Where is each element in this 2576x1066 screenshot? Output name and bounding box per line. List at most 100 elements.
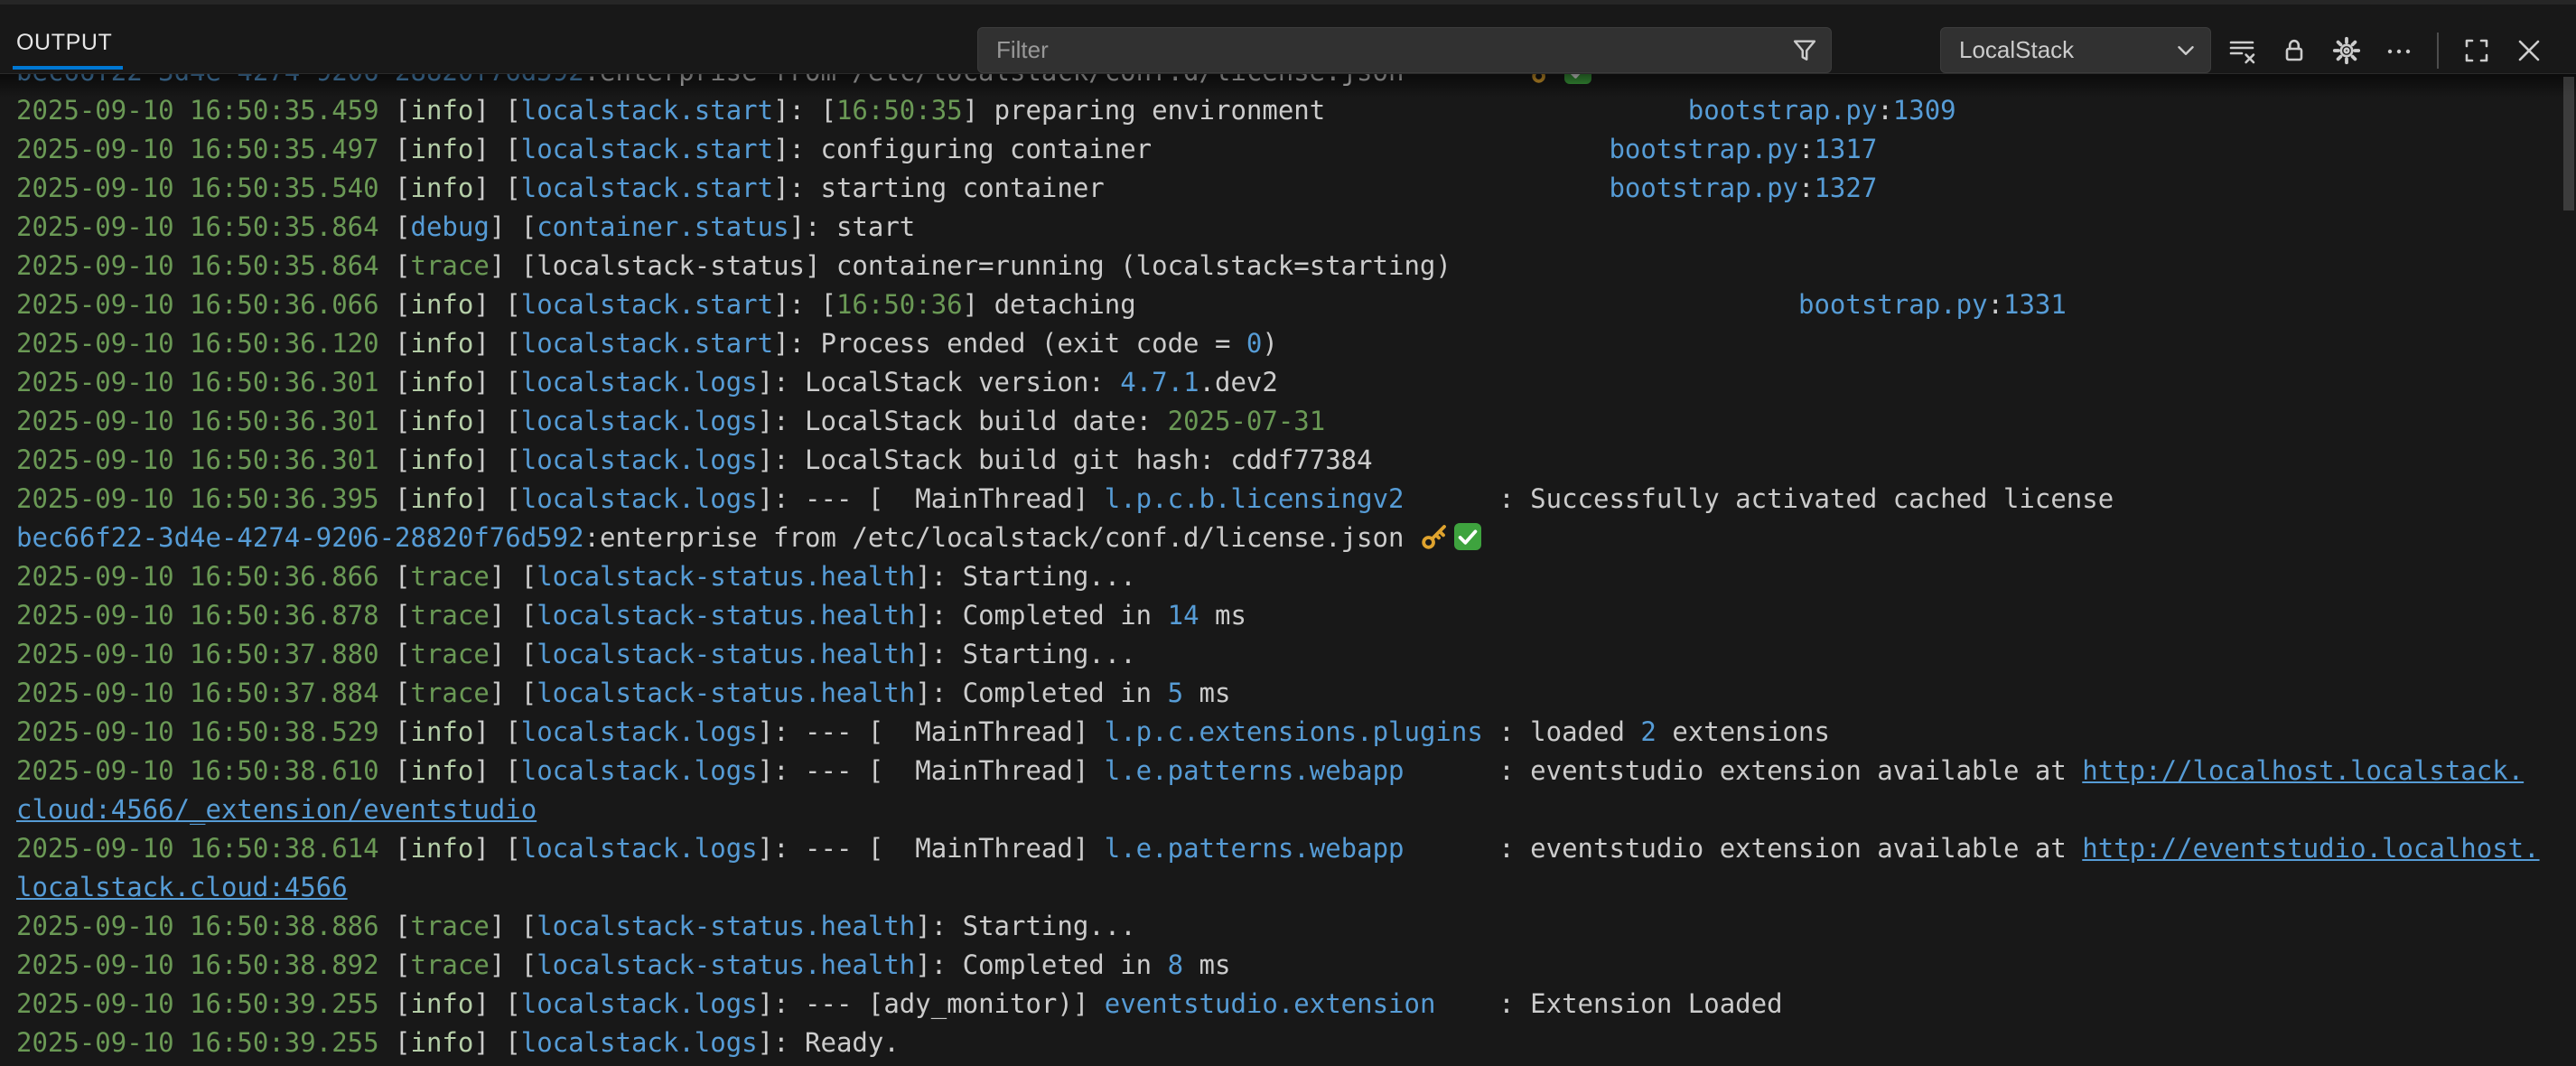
log-text: : eventstudio extension available at: [1405, 833, 2083, 864]
log-text: [: [395, 328, 410, 359]
gear-icon: [2332, 36, 2361, 65]
log-text: ]:: [773, 289, 820, 320]
log-text: ]:: [789, 211, 836, 242]
log-text: 2025-07-31: [1168, 406, 1326, 436]
log-line: bec66f22-3d4e-4274-9206-28820f76d592:ent…: [16, 74, 2576, 91]
ellipsis-icon: [2385, 36, 2413, 65]
log-text: 2025-09-10 16:50:35.459: [16, 95, 395, 126]
log-link[interactable]: localstack.cloud:4566: [16, 872, 348, 902]
log-text: 2025-09-10 16:50:36.301: [16, 367, 395, 397]
log-line: 2025-09-10 16:50:37.880 [trace] [localst…: [16, 635, 2576, 674]
log-text: ]:: [915, 639, 962, 669]
log-text: ] [: [473, 755, 520, 786]
log-text: [: [395, 444, 410, 475]
log-text: localstack.logs: [521, 1027, 758, 1058]
log-line: 2025-09-10 16:50:39.255 [info] [localsta…: [16, 985, 2576, 1024]
log-line: bec66f22-3d4e-4274-9206-28820f76d592:ent…: [16, 519, 2576, 557]
log-text: info: [411, 134, 474, 164]
log-text: LocalStack version:: [805, 367, 1120, 397]
log-text: trace: [411, 639, 490, 669]
maximize-panel-button[interactable]: [2459, 31, 2495, 70]
log-text: 2025-09-10 16:50:38.610: [16, 755, 395, 786]
chevron-down-icon: [2172, 37, 2199, 64]
log-link[interactable]: cloud:4566/_extension/eventstudio: [16, 794, 537, 825]
log-link[interactable]: http://eventstudio.localhost.: [2082, 833, 2539, 864]
settings-button[interactable]: [2329, 31, 2365, 70]
log-text: :: [1798, 173, 1814, 203]
active-tab-indicator: [13, 66, 123, 70]
log-text: trace: [411, 949, 490, 980]
log-text: localstack.logs: [521, 406, 758, 436]
log-text: 1331: [2003, 289, 2067, 320]
log-text: localstack.logs: [521, 755, 758, 786]
log-text: 2025-09-10 16:50:38.892: [16, 949, 395, 980]
log-text: 8: [1168, 949, 1183, 980]
log-text: [: [395, 833, 410, 864]
log-line: 2025-09-10 16:50:36.866 [trace] [localst…: [16, 557, 2576, 596]
log-text: detaching: [994, 289, 1136, 320]
log-text: 2025-09-10 16:50:35.864: [16, 250, 395, 281]
log-text: bootstrap.py: [1688, 95, 1878, 126]
log-text: 2025-09-10 16:50:36.120: [16, 328, 395, 359]
log-text: starting container: [820, 173, 1104, 203]
log-text: configuring container: [820, 134, 1152, 164]
log-text: [: [395, 949, 410, 980]
log-line: 2025-09-10 16:50:36.066 [info] [localsta…: [16, 285, 2576, 324]
log-text: [: [395, 173, 410, 203]
log-text: :enterprise from /etc/localstack/conf.d/…: [584, 522, 1420, 553]
log-line: 2025-09-10 16:50:39.255 [info] [localsta…: [16, 1024, 2576, 1062]
log-text: : eventstudio extension available at: [1405, 755, 2083, 786]
log-text: 1327: [1814, 173, 1877, 203]
log-text: info: [411, 716, 474, 747]
more-actions-button[interactable]: [2381, 31, 2417, 70]
log-text: trace: [411, 250, 490, 281]
log-text: ]:: [915, 911, 962, 941]
close-icon: [2515, 36, 2543, 65]
log-link[interactable]: http://localhost.localstack.: [2082, 755, 2524, 786]
log-text: l.p.c.b.licensingv2: [1105, 483, 1405, 514]
log-text: [: [395, 988, 410, 1019]
log-text: [: [395, 211, 410, 242]
tab-output[interactable]: OUTPUT: [16, 30, 112, 56]
log-line: 2025-09-10 16:50:38.529 [info] [localsta…: [16, 713, 2576, 752]
log-text: :: [1877, 95, 1892, 126]
log-text: [: [395, 1027, 410, 1058]
clear-output-icon: [2227, 36, 2256, 65]
log-text: ] [: [473, 289, 520, 320]
log-text: ] [: [473, 173, 520, 203]
log-text: 2025-09-10 16:50:37.884: [16, 678, 395, 708]
scrollbar-thumb[interactable]: [2563, 77, 2574, 210]
log-text: Completed in: [963, 949, 1168, 980]
log-text: 2025-09-10 16:50:36.066: [16, 289, 395, 320]
log-text: LocalStack build git hash: cddf77384: [805, 444, 1373, 475]
log-text: 2025-09-10 16:50:36.866: [16, 561, 395, 592]
log-text: localstack.logs: [521, 988, 758, 1019]
log-text: 16:50:36: [836, 289, 963, 320]
close-panel-button[interactable]: [2511, 31, 2547, 70]
log-text: localstack.start: [521, 173, 773, 203]
log-text: ]:: [773, 328, 820, 359]
log-text: 2025-09-10 16:50:37.880: [16, 639, 395, 669]
log-text: ]:: [773, 95, 820, 126]
log-text: :enterprise from /etc/localstack/conf.d/…: [584, 74, 1405, 87]
log-text: localstack.logs: [521, 483, 758, 514]
filter-input[interactable]: [994, 35, 1791, 65]
log-text: ): [1262, 328, 1277, 359]
channel-select[interactable]: LocalStack: [1940, 27, 2211, 73]
log-line: 2025-09-10 16:50:38.614 [info] [localsta…: [16, 829, 2576, 868]
log-text: ms: [1183, 949, 1230, 980]
log-text: Starting...: [963, 639, 1136, 669]
log-text: 2025-09-10 16:50:35.540: [16, 173, 395, 203]
log-text: 2025-09-10 16:50:35.864: [16, 211, 395, 242]
log-text: localstack-status.health: [537, 949, 915, 980]
filter-box: [977, 27, 1832, 73]
log-text: info: [411, 406, 474, 436]
clear-output-button[interactable]: [2224, 31, 2260, 70]
log-text: [: [395, 483, 410, 514]
log-line: 2025-09-10 16:50:35.864 [trace] [localst…: [16, 247, 2576, 285]
funnel-icon[interactable]: [1791, 37, 1818, 64]
log-text: : loaded: [1483, 716, 1641, 747]
log-text: 16:50:35: [836, 95, 963, 126]
log-text: bec66f22-3d4e-4274-9206-28820f76d592: [16, 522, 584, 553]
scroll-lock-button[interactable]: [2276, 31, 2312, 70]
